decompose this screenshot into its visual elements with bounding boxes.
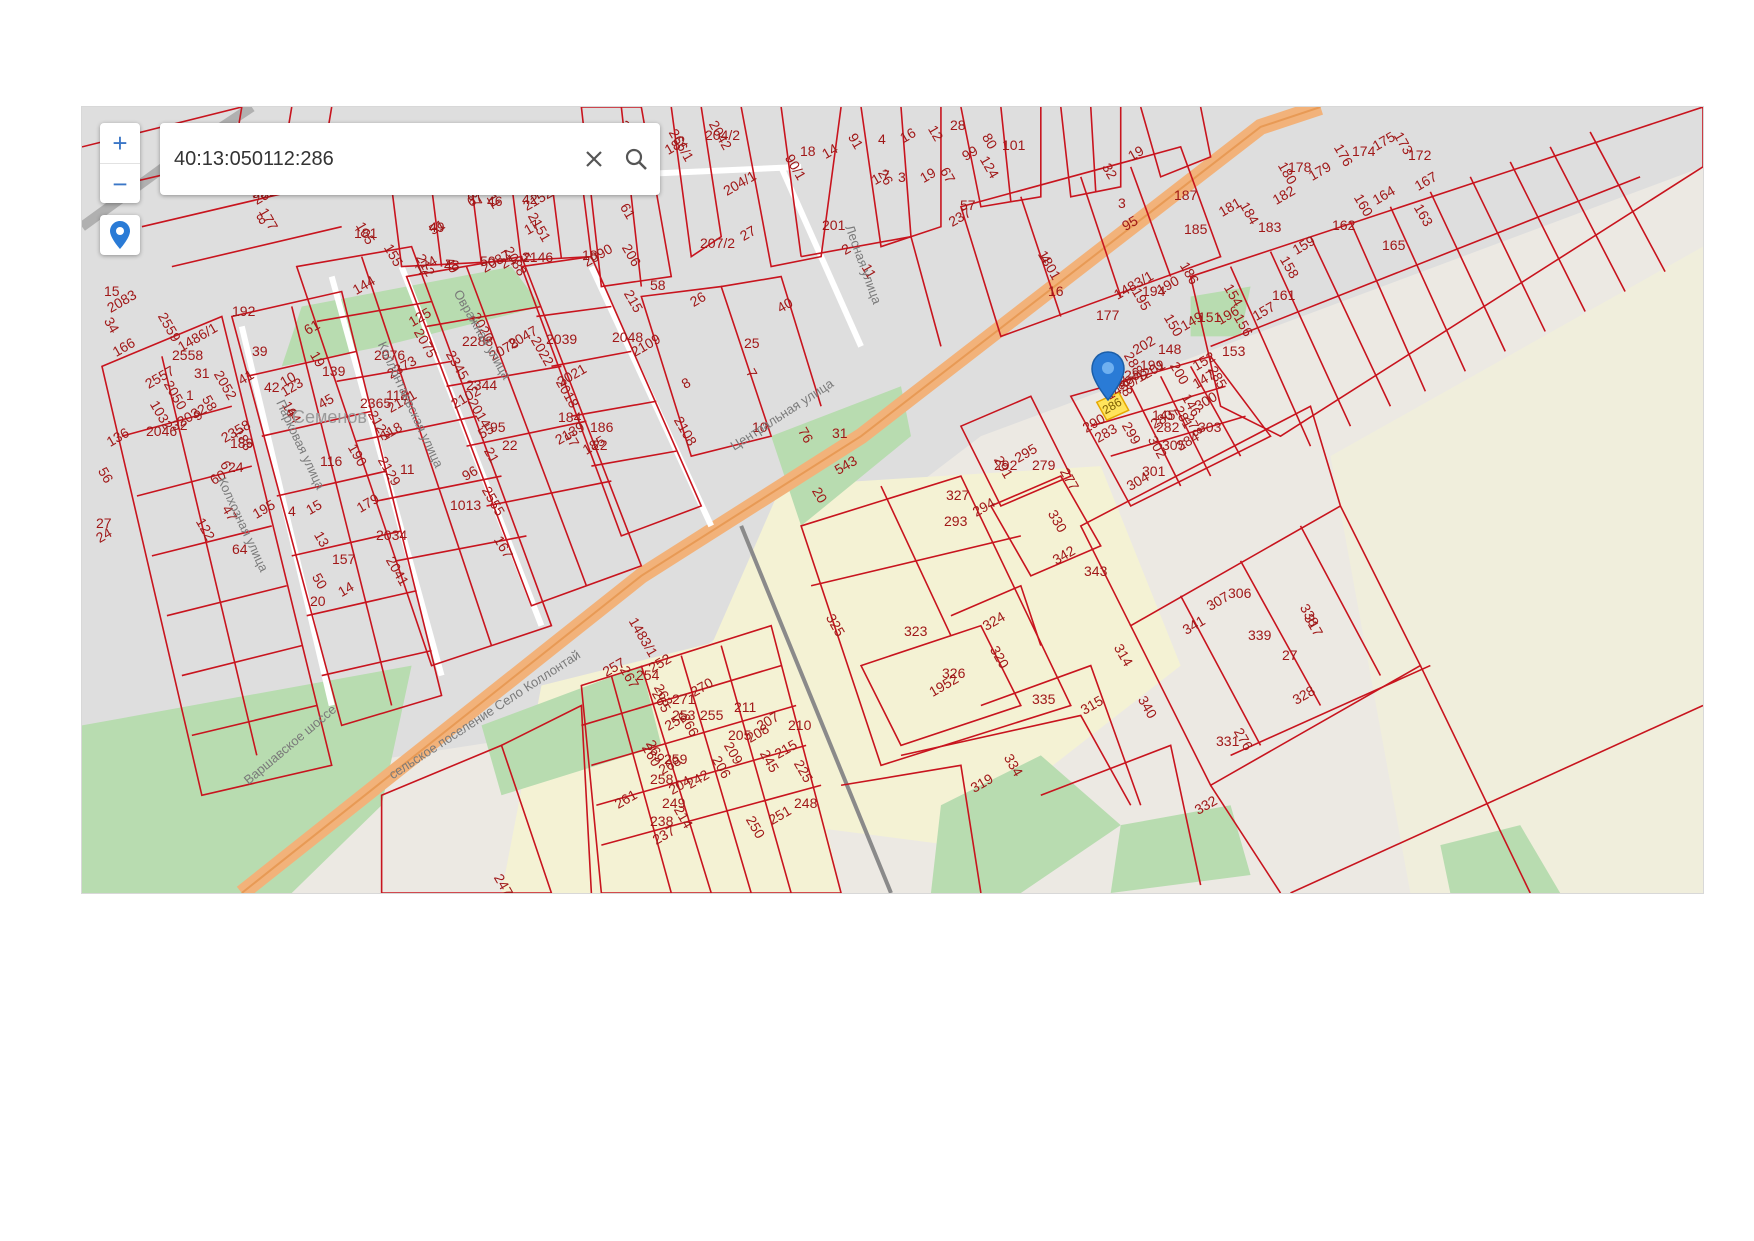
parcel-number-label: 282 (1156, 419, 1180, 435)
parcel-number-label: 162 (1332, 217, 1356, 233)
parcel-number-label: 172 (1408, 147, 1432, 163)
parcel-number-label: 259 (664, 751, 688, 767)
parcel-number-label: 2034 (376, 527, 408, 543)
parcel-number-label: 16 (1048, 283, 1064, 299)
parcel-number-label: 18 (582, 247, 598, 263)
parcel-number-label: 2039 (546, 331, 578, 347)
parcel-number-label: 28 (950, 117, 966, 133)
place-label: Семенов (292, 407, 367, 427)
parcel-number-label: 255 (700, 707, 724, 723)
parcel-number-label: 327 (946, 487, 970, 503)
parcel-number-label: 3 (1118, 195, 1126, 211)
parcel-number-label: 335 (1032, 691, 1056, 707)
parcel-number-label: 165 (1382, 237, 1406, 253)
search-box: 40:13:050112:286 (160, 123, 660, 195)
parcel-number-label: 279 (1032, 457, 1056, 473)
parcel-number-label: 11 (400, 461, 415, 477)
parcel-number-label: 192 (232, 303, 256, 319)
parcel-number-label: 183 (1258, 219, 1282, 235)
parcel-number-label: 31 (194, 365, 210, 381)
parcel-number-label: 58 (650, 277, 666, 293)
location-marker-icon[interactable] (1090, 350, 1126, 402)
parcel-number-label: 148 (1158, 341, 1182, 357)
parcel-number-label: 25 (744, 335, 760, 351)
parcel-number-label: 4 (288, 503, 296, 519)
parcel-number-label: 157 (332, 551, 356, 567)
parcel-number-label: 3 (898, 169, 906, 185)
parcel-number-label: 4 (878, 131, 886, 147)
parcel-number-label: 7 (882, 167, 890, 183)
zoom-in-button[interactable]: + (100, 123, 140, 163)
parcel-number-label: 292 (994, 457, 1018, 473)
close-icon[interactable] (576, 141, 612, 177)
parcel-number-label: 2046 (146, 423, 178, 439)
parcel-number-label: 22 (502, 437, 518, 453)
parcel-number-label: 153 (1222, 343, 1246, 359)
parcel-number-label: 1013 (450, 497, 482, 513)
parcel-number-label: 20 (310, 593, 326, 609)
parcel-number-label: 177 (1096, 307, 1120, 323)
parcel-number-label: 303 (1198, 419, 1222, 435)
zoom-control: + − (100, 123, 140, 203)
parcel-number-label: 326 (942, 665, 966, 681)
parcel-number-label: 161 (1272, 287, 1296, 303)
parcel-number-label: 31 (832, 425, 848, 441)
parcel-number-label: 1 (186, 387, 194, 403)
parcel-number-label: 210 (788, 717, 812, 733)
parcel-number-label: 42 (264, 379, 280, 395)
zoom-out-button[interactable]: − (100, 163, 140, 204)
parcel-number-label: 185 (1184, 221, 1208, 237)
parcel-number-label: 323 (904, 623, 928, 639)
parcel-number-label: 27 (1282, 647, 1298, 663)
parcel-number-label: 201 (822, 217, 846, 233)
parcel-number-label: 306 (1228, 585, 1252, 601)
map-marker-icon (110, 221, 130, 249)
parcel-number-label: 49 (429, 219, 445, 235)
parcel-number-label: 211 (734, 699, 757, 715)
map-canvas[interactable] (82, 107, 1703, 893)
parcel-number-label: 22 (592, 437, 608, 453)
search-input[interactable]: 40:13:050112:286 (160, 148, 576, 171)
parcel-number-label: 116 (320, 453, 343, 469)
parcel-number-label: 39 (252, 343, 268, 359)
search-icon[interactable] (618, 141, 654, 177)
locate-button[interactable] (100, 215, 140, 255)
parcel-number-label: 343 (1084, 563, 1108, 579)
parcel-number-label: 50 (480, 253, 496, 269)
parcel-number-label: 248 (794, 795, 818, 811)
parcel-number-label: 189 (230, 435, 254, 451)
parcel-number-label: 18 (800, 143, 816, 159)
map-view[interactable]: 2552177181513746215221512146209021243208… (81, 106, 1704, 894)
parcel-number-label: 139 (322, 363, 346, 379)
parcel-number-label: 187 (1174, 187, 1198, 203)
parcel-number-label: 101 (1002, 137, 1026, 153)
parcel-number-label: 339 (1248, 627, 1272, 643)
parcel-number-label: 293 (944, 513, 968, 529)
parcel-number-label: 207/2 (700, 235, 736, 251)
parcel-number-label: 186 (590, 419, 614, 435)
